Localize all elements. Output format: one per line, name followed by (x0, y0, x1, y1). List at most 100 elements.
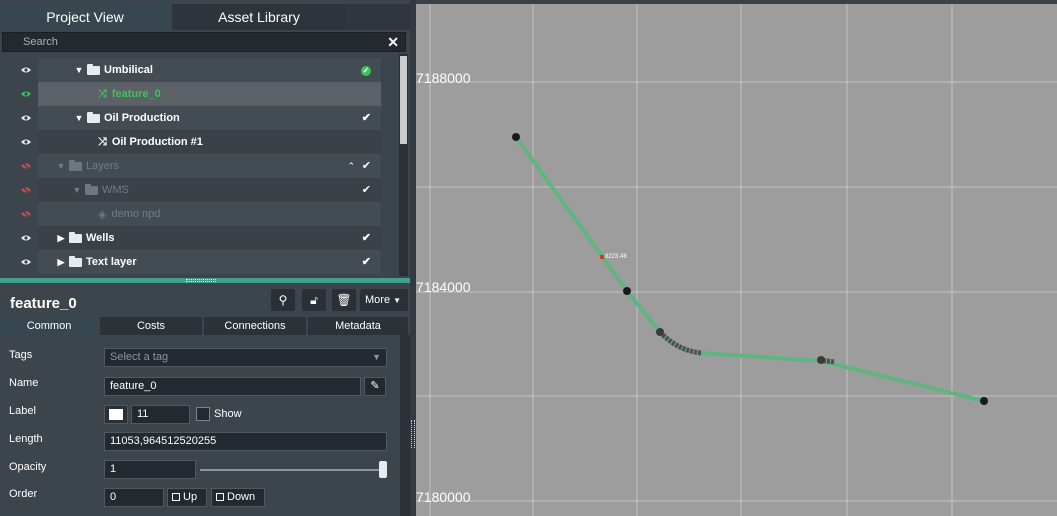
unlock-icon: 🔓︎ (310, 293, 318, 307)
opacity-slider[interactable] (200, 469, 384, 471)
chevron-down-icon[interactable]: ▼ (72, 185, 82, 195)
line-vertex[interactable] (980, 397, 988, 405)
properties-scrollbar[interactable] (400, 335, 410, 516)
opacity-label: Opacity (9, 461, 47, 473)
splitter-grip[interactable] (411, 420, 415, 448)
order-down-button[interactable]: Down (211, 488, 265, 507)
folder-icon (69, 231, 82, 243)
close-icon[interactable]: ✕ (387, 34, 399, 50)
y-axis-label: 7188000 (416, 70, 471, 86)
segment-marker[interactable] (600, 255, 604, 259)
tab-connections[interactable]: Connections (204, 317, 306, 335)
eye-icon[interactable] (14, 226, 38, 250)
lock-button[interactable]: 🔓︎ (302, 289, 326, 311)
feature-title: feature_0 (10, 295, 77, 312)
tree-label: feature_0 (111, 88, 161, 100)
label-label: Label (9, 405, 36, 417)
show-label-checkbox[interactable] (196, 407, 210, 421)
more-button[interactable]: More ▼ (360, 289, 408, 311)
line-vertex[interactable] (817, 356, 825, 364)
layer-up-icon (172, 493, 180, 501)
line-vertex[interactable] (623, 287, 631, 295)
locate-button[interactable]: ⚲ (271, 289, 295, 311)
check-icon: ✔ (361, 112, 371, 124)
tree-row-umbilical[interactable]: ▼ Umbilical ✓ (14, 58, 381, 82)
tab-project-view[interactable]: Project View (0, 4, 170, 30)
map-view[interactable]: 7188000 7184000 7180000 8223.48 (416, 0, 1057, 516)
chevron-right-icon[interactable]: ▶ (56, 257, 66, 268)
order-up-button[interactable]: Up (167, 488, 207, 507)
trash-icon: 🗑︎ (336, 293, 352, 307)
order-label: Order (9, 488, 38, 500)
tags-select[interactable]: Select a tag ▼ (104, 348, 387, 367)
tab-asset-library[interactable]: Asset Library (172, 4, 346, 30)
feature-properties: feature_0 ⚲ 🔓︎ 🗑︎ More ▼ Common Costs Co… (0, 283, 410, 516)
tab-costs[interactable]: Costs (100, 317, 202, 335)
tree-label: Text layer (86, 256, 137, 268)
double-chevron-up-icon[interactable]: ⌃ (347, 154, 355, 178)
tree-row-feature-0[interactable]: ⤨ feature_0 (14, 82, 381, 106)
check-icon: ✔ (361, 160, 371, 172)
opacity-field[interactable]: 1 (104, 460, 196, 479)
y-axis-label: 7184000 (416, 279, 471, 295)
length-label: Length (9, 433, 43, 445)
check-icon: ✔ (361, 184, 371, 196)
tree-row-text-layer[interactable]: ▶ Text layer ✔ (14, 250, 381, 274)
eye-icon[interactable] (14, 250, 38, 274)
eye-icon[interactable] (14, 106, 38, 130)
tree-row-wms[interactable]: ▼ WMS ✔ (14, 178, 381, 202)
panel-tabs: Project View Asset Library (0, 4, 410, 30)
search-input[interactable] (3, 33, 383, 51)
tree-scrollbar[interactable] (399, 54, 408, 276)
check-icon: ✔ (361, 232, 371, 244)
map-canvas[interactable]: 7188000 7184000 7180000 8223.48 (416, 0, 1057, 516)
name-field[interactable]: feature_0 (104, 377, 361, 396)
caret-down-icon: ▼ (393, 296, 402, 305)
eye-hidden-icon[interactable] (14, 154, 38, 178)
folder-open-icon (87, 111, 100, 123)
line-vertex[interactable] (512, 133, 520, 141)
up-label: Up (183, 491, 198, 503)
ok-badge-icon: ✓ (361, 66, 371, 76)
folder-open-icon (85, 183, 98, 195)
eye-hidden-icon[interactable] (14, 178, 38, 202)
label-color-picker[interactable] (104, 405, 128, 424)
tags-placeholder: Select a tag (110, 351, 169, 363)
tree-row-demo-npd[interactable]: ◈ demo npd (14, 202, 381, 226)
caret-down-icon: ▼ (372, 352, 381, 362)
shuffle-icon: ⤨ (98, 87, 107, 100)
tree-row-layers[interactable]: ▼ Layers ⌃ ✔ (14, 154, 381, 178)
splitter-grip[interactable] (186, 279, 216, 282)
tree-row-wells[interactable]: ▶ Wells ✔ (14, 226, 381, 250)
chevron-down-icon[interactable]: ▼ (74, 113, 84, 123)
scrollbar-thumb[interactable] (400, 56, 407, 144)
layers-icon: ◈ (98, 208, 107, 221)
label-size-field[interactable]: 11 (131, 405, 190, 424)
delete-button[interactable]: 🗑︎ (332, 289, 356, 311)
eye-icon[interactable] (14, 58, 38, 82)
tags-label: Tags (9, 349, 33, 361)
tree-row-oil-production-1[interactable]: ⤨ Oil Production #1 (14, 130, 381, 154)
show-label-text: Show (214, 408, 242, 420)
segment-length-label: 8223.48 (605, 254, 627, 260)
tab-metadata[interactable]: Metadata (308, 317, 408, 335)
edit-icon[interactable]: ✎ (364, 377, 386, 396)
order-field[interactable]: 0 (104, 488, 164, 507)
chevron-right-icon[interactable]: ▶ (56, 233, 66, 244)
chevron-down-icon[interactable]: ▼ (74, 65, 84, 75)
length-field[interactable]: 11053,964512520255 (104, 432, 387, 451)
chevron-down-icon[interactable]: ▼ (56, 161, 66, 171)
eye-icon[interactable] (14, 82, 38, 106)
tree-label: Wells (86, 232, 115, 244)
eye-icon[interactable] (14, 130, 38, 154)
map-top-border (416, 0, 1057, 4)
line-vertex[interactable] (656, 328, 664, 336)
map-pin-icon: ⚲ (278, 293, 288, 307)
tab-common[interactable]: Common (0, 317, 98, 335)
name-label: Name (9, 377, 39, 389)
eye-hidden-icon[interactable] (14, 202, 38, 226)
opacity-slider-handle[interactable] (379, 461, 387, 478)
tree-row-oil-production[interactable]: ▼ Oil Production ✔ (14, 106, 381, 130)
left-panel: Project View Asset Library ✕ ▼ Umbilical… (0, 0, 410, 516)
folder-open-icon (87, 63, 100, 75)
